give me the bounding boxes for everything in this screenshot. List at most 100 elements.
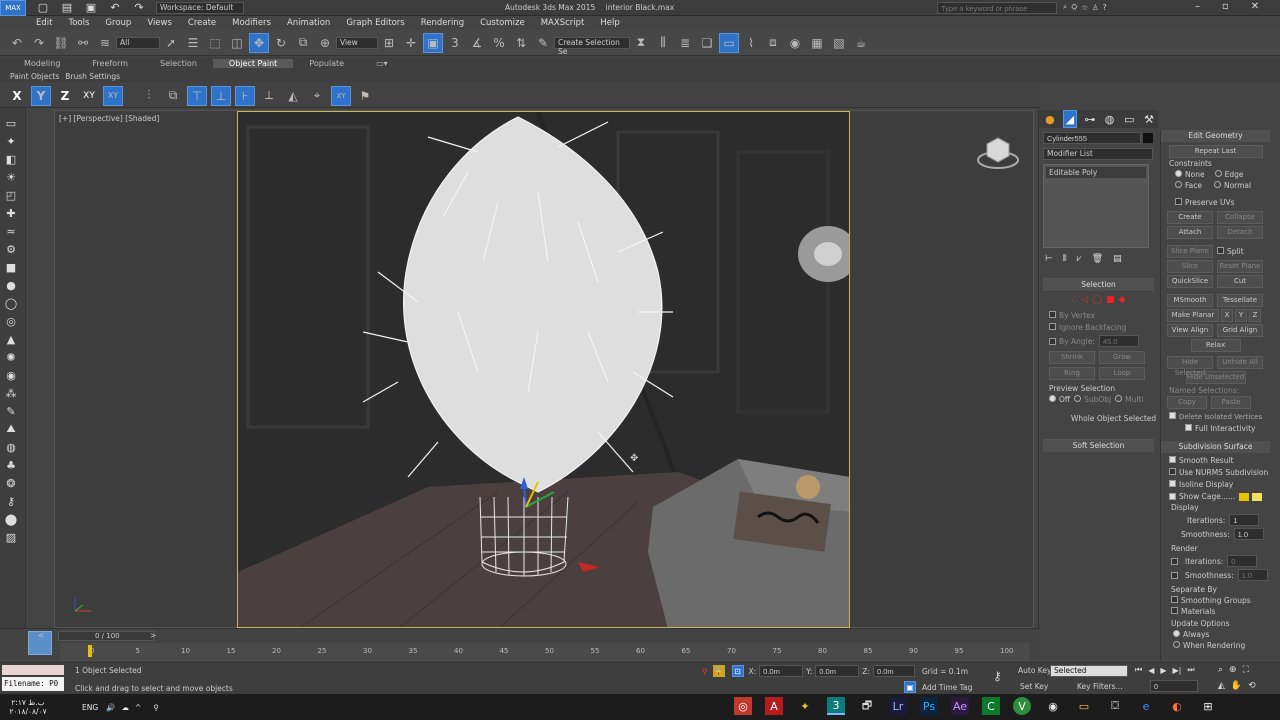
full-interactivity-checkbox[interactable]: Full Interactivity [1195,424,1255,433]
axis-z-button[interactable]: Z [55,86,75,106]
ball-icon[interactable]: ⬤ [2,510,20,528]
cut-button[interactable]: Cut [1217,275,1263,288]
camera-icon[interactable]: ◰ [2,186,20,204]
polygon-level-icon[interactable]: ■ [1106,295,1115,305]
sun-icon[interactable]: ✺ [2,348,20,366]
pan-icon[interactable]: ✋ [1231,681,1242,691]
align-center-icon[interactable]: ⊥ [211,85,231,106]
repeat-last-button[interactable]: Repeat Last [1168,145,1263,158]
select-manipulate-icon[interactable]: ✛ [401,33,421,53]
menu-animation[interactable]: Animation [279,18,338,28]
snapshot-icon[interactable]: ⧉ [163,86,183,106]
open-file-icon[interactable]: ▤ [58,0,76,17]
smoothing-groups-checkbox[interactable]: Smoothing Groups [1181,596,1251,605]
previous-frame-icon[interactable]: ◀ [1148,666,1154,675]
tessellate-button[interactable]: Tessellate [1217,294,1263,307]
clock-time[interactable]: ۲:۱۷ ب.ظ [11,698,44,707]
modify-tab-icon[interactable]: ◢ [1062,110,1077,128]
search-input[interactable] [937,2,1057,14]
unhide-all-button[interactable]: Unhide All [1217,356,1263,369]
x-coord-field[interactable] [759,665,804,677]
element-level-icon[interactable]: ◆ [1119,295,1126,305]
firefox-icon[interactable]: ◐ [1168,697,1186,715]
grid-align-button[interactable]: Grid Align [1217,324,1263,337]
menu-graph-editors[interactable]: Graph Editors [338,18,412,28]
paste-button[interactable]: Paste [1211,396,1251,409]
globe-icon[interactable]: ◍ [2,438,20,456]
menu-maxscript[interactable]: MAXScript [533,18,593,28]
subdivision-surface-header[interactable]: Subdivision Surface [1161,441,1270,453]
move-icon[interactable]: ✥ [249,32,269,53]
set-key-button[interactable]: Set Key [1020,682,1048,691]
place-highlight-icon[interactable]: ◭ [283,86,303,106]
relax-button[interactable]: Relax [1190,339,1241,352]
link-icon[interactable]: ⛓ [51,33,71,53]
by-angle-checkbox[interactable]: By Angle: [1059,337,1095,346]
axis-x-button[interactable]: X [7,86,27,106]
torus-icon[interactable]: ◎ [2,312,20,330]
tree-icon[interactable]: ♣ [2,456,20,474]
window-crossing-icon[interactable]: ◫ [227,33,247,53]
reference-coordinate-select[interactable]: View [336,36,378,49]
hide-unselected-button[interactable]: Hide Unselected [1185,371,1246,384]
slice-plane-button[interactable]: Slice Plane [1167,245,1213,258]
stack-item-editable-poly[interactable]: Editable Poly [1046,167,1146,178]
modifier-stack[interactable]: Editable Poly [1043,164,1149,248]
volume-icon[interactable]: 🔊 [106,703,115,712]
language-indicator[interactable]: ENG [82,703,98,712]
vertex-level-icon[interactable]: ∴ [1071,295,1077,305]
target-icon[interactable]: ◉ [2,366,20,384]
camtasia-icon[interactable]: C [982,697,1000,715]
absolute-mode-icon[interactable]: ⊡ [731,665,744,677]
light-icon[interactable]: ☀ [2,168,20,186]
rendered-frame-icon[interactable]: ▧ [829,33,849,53]
sphere-icon[interactable]: ● [2,276,20,294]
render-icon[interactable]: ☕ [851,33,871,53]
update-always-radio[interactable]: Always [1183,630,1209,639]
key-filters-button[interactable]: Key Filters... [1077,682,1123,691]
rectangle-selection-icon[interactable]: ⬚ [205,33,225,53]
acrobat-icon[interactable]: A [765,697,783,715]
menu-modifiers[interactable]: Modifiers [224,18,279,28]
align-camera-icon[interactable]: ⌖ [307,86,327,106]
material-editor-icon[interactable]: ◉ [785,33,805,53]
show-end-result-icon[interactable]: ⫴ [1063,254,1067,264]
help-icon[interactable]: ? [1103,3,1107,12]
select-by-name-icon[interactable]: ☰ [183,33,203,53]
soft-selection-rollout-header[interactable]: Soft Selection [1043,440,1154,452]
infocenter-icon[interactable]: ⛭ [1071,2,1077,12]
redo-icon[interactable]: ↷ [29,33,49,53]
spinner-snap-icon[interactable]: ⇅ [511,33,531,53]
pivot-icon[interactable]: ⊞ [379,33,399,53]
cylinder-icon[interactable]: ◯ [2,294,20,312]
slice-button[interactable]: Slice [1167,260,1213,273]
tab-object-paint[interactable]: Object Paint [212,59,294,68]
time-slider-prev-icon[interactable]: < [38,631,44,640]
paint-objects-panel[interactable]: Paint Objects [10,72,59,81]
planar-z-button[interactable]: Z [1249,309,1261,322]
save-icon[interactable]: ▣ [82,0,100,17]
by-vertex-checkbox[interactable]: By Vertex [1059,311,1095,320]
object-name-field[interactable] [1043,132,1141,144]
clock-date[interactable]: ۲۰۱۸/۰۸/۰۷ [9,707,46,716]
split-checkbox[interactable]: Split [1227,247,1244,256]
utilities-tab-icon[interactable]: ⚒ [1142,110,1156,128]
select-object-icon[interactable]: ➚ [161,33,181,53]
go-to-end-icon[interactable]: ⏭ [1187,665,1194,675]
show-cage-checkbox[interactable]: Show Cage...... [1179,492,1235,501]
cage-color-swatch[interactable] [1239,492,1250,501]
align-selection-icon[interactable]: ⊤ [187,85,207,106]
quick-align-icon[interactable]: ⚑ [355,86,375,106]
planar-y-button[interactable]: Y [1235,309,1247,322]
edit-geometry-header[interactable]: Edit Geometry [1161,130,1270,142]
display-tab-icon[interactable]: ▭ [1122,110,1136,128]
constraint-none-radio[interactable]: None [1185,170,1205,179]
key-icon[interactable]: ⚷ [993,669,1002,683]
undo-icon[interactable]: ↶ [106,0,124,17]
orbit-icon[interactable]: ⟲ [1248,681,1256,691]
axis-xy-cycle-button[interactable]: XY [103,85,123,106]
ribbon-toggle-icon[interactable]: ▭ [719,32,739,53]
object-color-swatch[interactable] [1143,133,1153,143]
viewcube-icon[interactable] [975,130,1021,170]
preview-off-radio[interactable]: Off [1059,395,1070,404]
